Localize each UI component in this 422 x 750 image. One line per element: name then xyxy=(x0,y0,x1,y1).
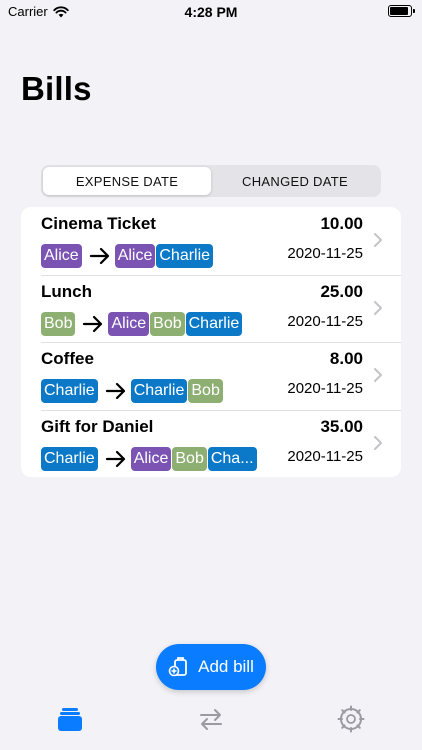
bill-row[interactable]: Cinema Ticket 10.00 Alice Alice Charlie 20… xyxy=(21,207,401,275)
sort-segmented-control: EXPENSE DATE CHANGED DATE xyxy=(41,165,381,197)
bill-date: 2020-11-25 xyxy=(287,380,363,397)
bill-date: 2020-11-25 xyxy=(287,312,363,330)
participant-tag: Alice xyxy=(114,244,156,268)
status-bar: Carrier 4:28 PM xyxy=(0,0,422,24)
bills-stack-icon xyxy=(58,708,82,731)
bill-amount: 10.00 xyxy=(320,214,363,233)
bill-name: Gift for Daniel xyxy=(41,416,154,436)
transfer-arrows-icon xyxy=(200,709,222,730)
segment-changed-date[interactable]: CHANGED DATE xyxy=(211,167,379,195)
tab-bills[interactable] xyxy=(55,704,85,734)
participant-tag: Charlie xyxy=(156,244,214,268)
tab-transfers[interactable] xyxy=(196,704,226,734)
participant-tag: Bob xyxy=(150,311,185,336)
bill-name: Coffee xyxy=(41,349,94,368)
bill-amount: 35.00 xyxy=(320,416,363,436)
payer-tag: Charlie xyxy=(41,446,98,471)
chevron-right-icon xyxy=(374,233,382,247)
page-title: Bills xyxy=(21,70,92,107)
bill-amount: 25.00 xyxy=(320,281,363,301)
chevron-right-icon xyxy=(374,300,382,315)
participant-tag: Charlie xyxy=(130,379,188,403)
add-bill-label: Add bill xyxy=(198,657,254,676)
payer-tag: Alice xyxy=(41,244,82,268)
settings-gear-icon xyxy=(337,705,365,733)
add-bill-icon xyxy=(168,657,188,677)
battery-icon xyxy=(388,5,415,17)
payer-tag: Bob xyxy=(41,311,76,336)
arrow-right-icon xyxy=(89,247,109,265)
participant-tag: Alice xyxy=(108,311,150,336)
tab-settings[interactable] xyxy=(336,704,366,734)
chevron-right-icon xyxy=(374,368,382,382)
bill-participants: Charlie Charlie Bob xyxy=(41,379,224,403)
participant-tag: Alice xyxy=(130,446,172,471)
status-time: 4:28 PM xyxy=(184,4,238,20)
bill-date: 2020-11-25 xyxy=(287,245,363,262)
participant-tag: Bob xyxy=(188,379,223,403)
bill-participants: Alice Alice Charlie xyxy=(41,244,214,268)
arrow-right-icon xyxy=(105,382,125,400)
bill-participants: Charlie Alice Bob Cha... xyxy=(41,446,258,471)
bill-date: 2020-11-25 xyxy=(287,447,363,465)
bill-list: Cinema Ticket 10.00 Alice Alice Charlie 20… xyxy=(21,207,401,477)
battery-fill xyxy=(390,7,408,15)
add-bill-button[interactable]: Add bill xyxy=(156,644,266,690)
arrow-right-icon xyxy=(83,315,103,332)
tab-bar xyxy=(0,700,422,750)
participant-tag: Charlie xyxy=(185,311,243,336)
chevron-right-icon xyxy=(374,435,382,450)
bill-amount: 8.00 xyxy=(329,349,363,368)
bill-participants: Bob Alice Bob Charlie xyxy=(41,311,243,336)
participant-tag: Cha... xyxy=(207,446,257,471)
bill-row[interactable]: Gift for Daniel 35.00 Charlie Alice Bob Cha… xyxy=(21,409,401,478)
participant-tag: Bob xyxy=(172,446,207,471)
segment-expense-date[interactable]: EXPENSE DATE xyxy=(43,167,211,195)
arrow-right-icon xyxy=(105,450,125,467)
bill-row[interactable]: Lunch 25.00 Bob Alice Bob Charlie 2020-11-2… xyxy=(21,274,401,343)
bill-name: Cinema Ticket xyxy=(41,214,156,233)
bill-row[interactable]: Coffee 8.00 Charlie Charlie Bob 2020-11-25 xyxy=(21,342,401,410)
bill-name: Lunch xyxy=(41,281,92,301)
payer-tag: Charlie xyxy=(41,379,98,403)
